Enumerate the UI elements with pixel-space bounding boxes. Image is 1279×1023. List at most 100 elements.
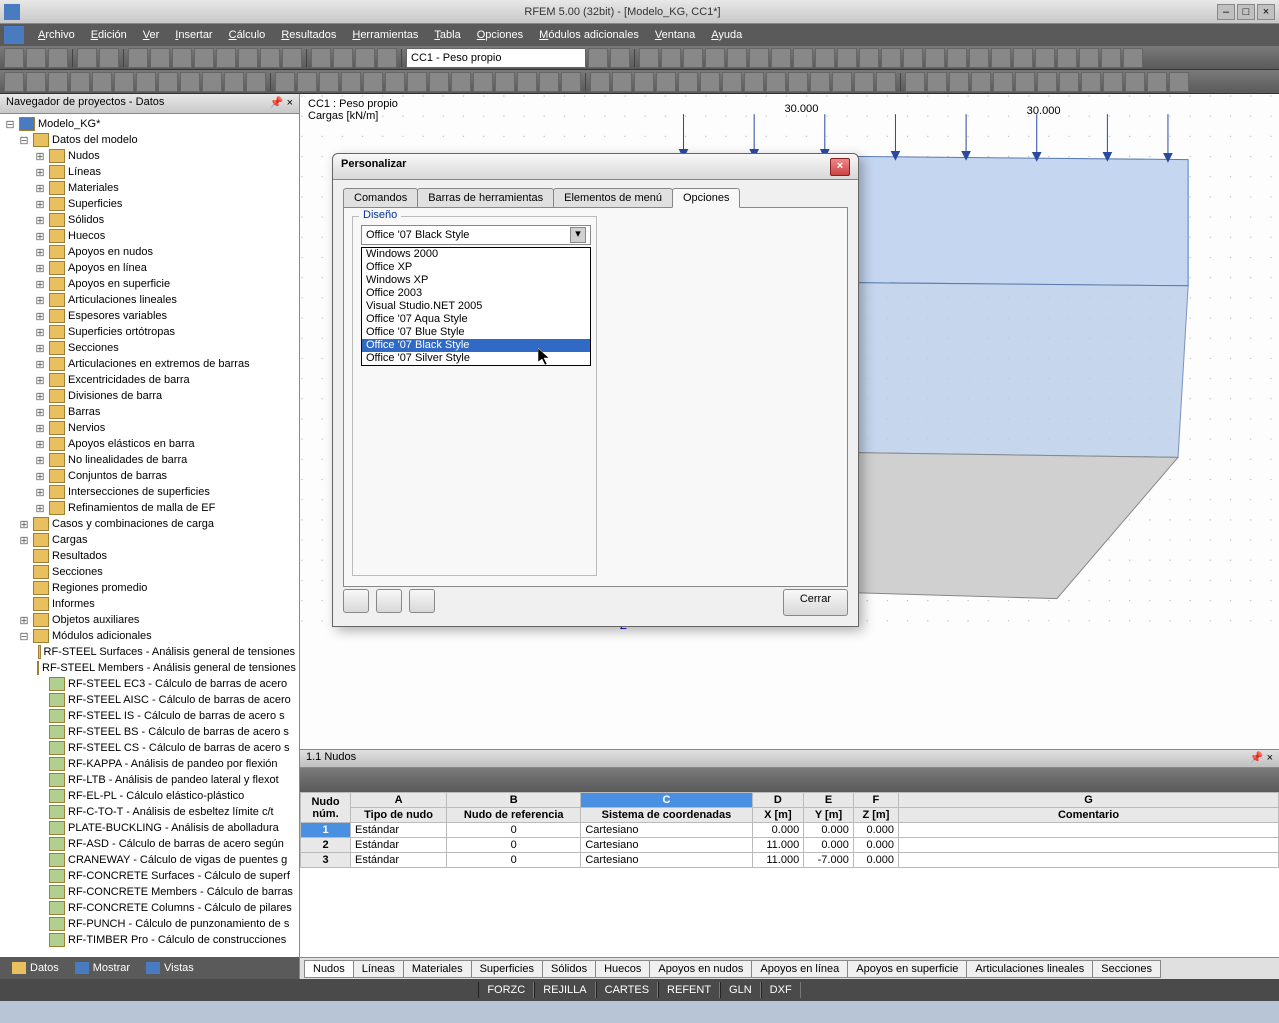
tool-icon[interactable] <box>793 48 813 68</box>
tool-icon[interactable] <box>224 72 244 92</box>
tree-item[interactable]: Informes <box>2 596 297 612</box>
tree-item[interactable]: ⊞Nervios <box>2 420 297 436</box>
theme-option[interactable]: Visual Studio.NET 2005 <box>362 300 590 313</box>
theme-option[interactable]: Windows 2000 <box>362 248 590 261</box>
tool-icon[interactable] <box>722 72 742 92</box>
tool-icon[interactable] <box>881 48 901 68</box>
tree-item[interactable]: RF-PUNCH - Cálculo de punzonamiento de s <box>2 916 297 932</box>
tree-item[interactable]: ⊞Barras <box>2 404 297 420</box>
tree-item[interactable]: ⊟Datos del modelo <box>2 132 297 148</box>
tool-icon[interactable] <box>216 48 236 68</box>
tree-item[interactable]: ⊞Secciones <box>2 340 297 356</box>
menu-ver[interactable]: Ver <box>135 27 168 43</box>
tree-item[interactable]: ⊞Divisiones de barra <box>2 388 297 404</box>
status-rejilla[interactable]: REJILLA <box>534 982 595 998</box>
tree-item[interactable]: RF-STEEL EC3 - Cálculo de barras de acer… <box>2 676 297 692</box>
theme-option[interactable]: Office '07 Black Style <box>362 339 590 352</box>
menu-archivo[interactable]: Archivo <box>30 27 83 43</box>
tree-item[interactable]: ⊞Intersecciones de superficies <box>2 484 297 500</box>
tree-item[interactable]: ⊞Cargas <box>2 532 297 548</box>
tool-icon[interactable] <box>903 48 923 68</box>
tool-icon[interactable] <box>297 72 317 92</box>
tool-icon[interactable] <box>158 72 178 92</box>
tool-icon[interactable] <box>1101 48 1121 68</box>
theme-dropdown-list[interactable]: Windows 2000Office XPWindows XPOffice 20… <box>361 247 591 366</box>
tool-icon[interactable] <box>282 48 302 68</box>
menu-herramientas[interactable]: Herramientas <box>344 27 426 43</box>
navigator-tree[interactable]: ⊟Modelo_KG*⊟Datos del modelo⊞Nudos⊞Línea… <box>0 114 299 957</box>
tree-item[interactable]: PLATE-BUCKLING - Análisis de abolladura <box>2 820 297 836</box>
tree-item[interactable]: ⊟Modelo_KG* <box>2 116 297 132</box>
tree-item[interactable]: RF-STEEL Members - Análisis general de t… <box>2 660 297 676</box>
tool-icon[interactable] <box>1147 72 1167 92</box>
tool-icon[interactable] <box>656 72 676 92</box>
tool-icon[interactable] <box>363 72 383 92</box>
tree-item[interactable]: RF-CONCRETE Columns - Cálculo de pilares <box>2 900 297 916</box>
tree-item[interactable]: RF-ASD - Cálculo de barras de acero segú… <box>2 836 297 852</box>
tool-icon[interactable] <box>194 48 214 68</box>
tool-icon[interactable] <box>341 72 361 92</box>
status-gln[interactable]: GLN <box>720 982 761 998</box>
tree-item[interactable]: ⊞Objetos auxiliares <box>2 612 297 628</box>
menu-edición[interactable]: Edición <box>83 27 135 43</box>
tool-icon[interactable] <box>766 72 786 92</box>
menu-cálculo[interactable]: Cálculo <box>221 27 274 43</box>
tool-icon[interactable] <box>407 72 427 92</box>
tool-icon[interactable] <box>705 48 725 68</box>
tree-item[interactable]: ⊞Líneas <box>2 164 297 180</box>
tree-item[interactable]: RF-STEEL CS - Cálculo de barras de acero… <box>2 740 297 756</box>
menu-ayuda[interactable]: Ayuda <box>703 27 750 43</box>
tool-icon[interactable] <box>678 72 698 92</box>
tool-icon[interactable] <box>837 48 857 68</box>
table-tab[interactable]: Líneas <box>353 960 404 978</box>
pin-icon[interactable]: 📌 × <box>270 96 293 111</box>
dialog-tab-2[interactable]: Elementos de menú <box>553 188 673 208</box>
tree-item[interactable]: ⊞Superficies ortótropas <box>2 324 297 340</box>
tree-item[interactable]: RF-KAPPA - Análisis de pandeo por flexió… <box>2 756 297 772</box>
tool-icon[interactable] <box>1079 48 1099 68</box>
nav-tab-mostrar[interactable]: Mostrar <box>67 960 138 976</box>
tool-icon[interactable] <box>1059 72 1079 92</box>
tool-icon[interactable] <box>744 72 764 92</box>
status-dxf[interactable]: DXF <box>761 982 801 998</box>
tool-icon[interactable] <box>561 72 581 92</box>
tool-icon[interactable] <box>788 72 808 92</box>
tool-icon[interactable] <box>1169 72 1189 92</box>
tree-item[interactable]: ⊞Superficies <box>2 196 297 212</box>
tree-item[interactable]: ⊞Apoyos en superficie <box>2 276 297 292</box>
tool-icon[interactable] <box>539 72 559 92</box>
tool-icon[interactable] <box>238 48 258 68</box>
tool-icon[interactable] <box>48 72 68 92</box>
tree-item[interactable]: RF-TIMBER Pro - Cálculo de construccione… <box>2 932 297 948</box>
tool-icon[interactable] <box>150 48 170 68</box>
theme-option[interactable]: Office '07 Silver Style <box>362 352 590 365</box>
minimize-button[interactable]: – <box>1217 4 1235 20</box>
chevron-down-icon[interactable]: ▾ <box>570 227 586 243</box>
tool-icon[interactable] <box>810 72 830 92</box>
tool-icon[interactable] <box>128 48 148 68</box>
tool-icon[interactable] <box>1035 48 1055 68</box>
tree-item[interactable]: ⊞Articulaciones lineales <box>2 292 297 308</box>
tree-item[interactable]: ⊞Conjuntos de barras <box>2 468 297 484</box>
tree-item[interactable]: ⊞Sólidos <box>2 212 297 228</box>
tool-open-icon[interactable] <box>26 48 46 68</box>
tool-icon[interactable] <box>180 72 200 92</box>
tool-icon[interactable] <box>1103 72 1123 92</box>
table-row[interactable]: 3Estándar0Cartesiano11.000-7.0000.000 <box>301 853 1279 868</box>
tool-icon[interactable] <box>661 48 681 68</box>
tree-item[interactable]: Secciones <box>2 564 297 580</box>
nav-tab-datos[interactable]: Datos <box>4 960 67 976</box>
tree-item[interactable]: ⊞Materiales <box>2 180 297 196</box>
theme-option[interactable]: Office 2003 <box>362 287 590 300</box>
tool-icon[interactable] <box>854 72 874 92</box>
tool-icon[interactable] <box>993 72 1013 92</box>
tool-icon[interactable] <box>639 48 659 68</box>
tool-icon[interactable] <box>1123 48 1143 68</box>
tool-icon[interactable] <box>683 48 703 68</box>
tree-item[interactable]: ⊞No linealidades de barra <box>2 452 297 468</box>
dialog-tab-3[interactable]: Opciones <box>672 188 740 208</box>
theme-option[interactable]: Office '07 Blue Style <box>362 326 590 339</box>
tree-item[interactable]: ⊞Apoyos elásticos en barra <box>2 436 297 452</box>
status-cartes[interactable]: CARTES <box>596 982 658 998</box>
tree-item[interactable]: ⊞Casos y combinaciones de carga <box>2 516 297 532</box>
